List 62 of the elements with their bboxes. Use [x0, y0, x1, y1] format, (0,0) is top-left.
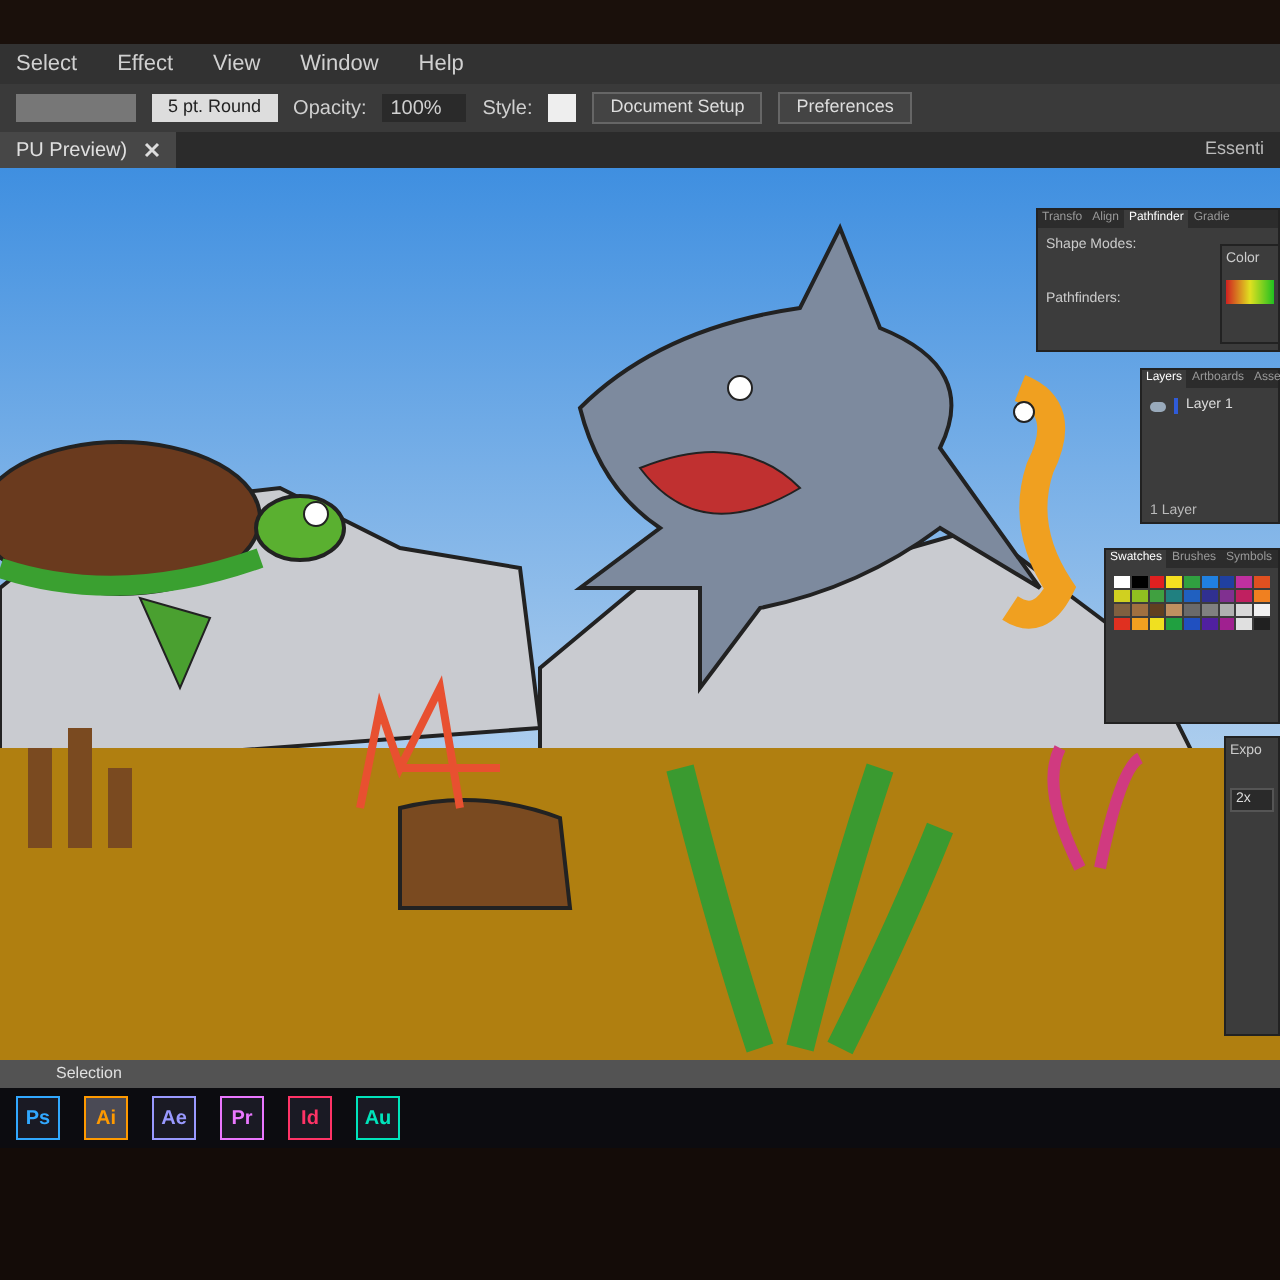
- color-spectrum[interactable]: [1226, 279, 1274, 303]
- menu-item[interactable]: View: [213, 47, 261, 81]
- color-swatch[interactable]: [1236, 618, 1253, 630]
- stroke-profile-dropdown[interactable]: 5 pt. Round: [152, 94, 278, 122]
- color-swatch[interactable]: [1131, 590, 1148, 602]
- opacity-label: Opacity:: [293, 95, 367, 123]
- color-swatch[interactable]: [1236, 576, 1253, 588]
- color-swatch[interactable]: [1114, 604, 1130, 616]
- menu-item[interactable]: Window: [300, 47, 379, 81]
- color-swatch[interactable]: [1184, 576, 1200, 588]
- menu-item[interactable]: Effect: [117, 47, 174, 81]
- color-swatch[interactable]: [1254, 576, 1270, 588]
- color-swatch[interactable]: [1254, 618, 1270, 630]
- color-swatch[interactable]: [1184, 618, 1200, 630]
- menu-item[interactable]: Help: [418, 47, 464, 81]
- app-icon[interactable]: Pr: [220, 1096, 264, 1140]
- color-swatch[interactable]: [1236, 590, 1253, 602]
- document-title: PU Preview): [16, 137, 128, 165]
- style-label: Style:: [482, 95, 533, 123]
- color-swatch[interactable]: [1254, 590, 1270, 602]
- color-swatch[interactable]: [1131, 618, 1148, 630]
- stroke-color-field[interactable]: [16, 94, 136, 122]
- color-swatch[interactable]: [1184, 590, 1200, 602]
- color-swatch[interactable]: [1131, 604, 1148, 616]
- menu-item[interactable]: Select: [16, 47, 78, 81]
- color-swatch[interactable]: [1149, 604, 1165, 616]
- color-swatch[interactable]: [1131, 576, 1148, 588]
- color-swatch[interactable]: [1219, 618, 1235, 630]
- color-swatch[interactable]: [1166, 604, 1183, 616]
- color-swatch[interactable]: [1114, 618, 1130, 630]
- style-swatch[interactable]: [548, 94, 577, 122]
- color-swatch[interactable]: [1201, 576, 1218, 588]
- app-icon[interactable]: Ai: [84, 1096, 128, 1140]
- color-swatch[interactable]: [1201, 604, 1218, 616]
- color-swatch[interactable]: [1149, 576, 1165, 588]
- workspace-label[interactable]: Essenti: [1204, 135, 1280, 168]
- color-swatch[interactable]: [1219, 590, 1235, 602]
- color-swatch[interactable]: [1166, 576, 1183, 588]
- color-swatch[interactable]: [1166, 618, 1183, 630]
- color-swatch[interactable]: [1114, 590, 1130, 602]
- app-icon[interactable]: Au: [356, 1096, 400, 1140]
- color-swatch[interactable]: [1201, 618, 1218, 630]
- color-swatch[interactable]: [1166, 590, 1183, 602]
- color-swatch[interactable]: [1219, 576, 1235, 588]
- close-icon[interactable]: [143, 142, 160, 158]
- color-swatch[interactable]: [1254, 604, 1270, 616]
- color-swatch[interactable]: [1219, 604, 1235, 616]
- color-swatch[interactable]: [1149, 618, 1165, 630]
- color-swatch[interactable]: [1114, 576, 1130, 588]
- app-icon[interactable]: Ae: [152, 1096, 196, 1140]
- current-tool-label: Selection: [54, 1062, 122, 1086]
- toolbar-button[interactable]: Preferences: [778, 92, 912, 124]
- toolbar-button[interactable]: Document Setup: [592, 92, 763, 124]
- color-swatch[interactable]: [1236, 604, 1253, 616]
- document-tab[interactable]: PU Preview): [0, 132, 176, 168]
- visibility-icon[interactable]: [1150, 401, 1166, 412]
- app-icon[interactable]: Id: [288, 1096, 332, 1140]
- color-swatch[interactable]: [1149, 590, 1165, 602]
- opacity-field[interactable]: 100%: [382, 94, 467, 122]
- app-icon[interactable]: Ps: [16, 1096, 60, 1140]
- color-swatch[interactable]: [1184, 604, 1200, 616]
- color-swatch[interactable]: [1201, 590, 1218, 602]
